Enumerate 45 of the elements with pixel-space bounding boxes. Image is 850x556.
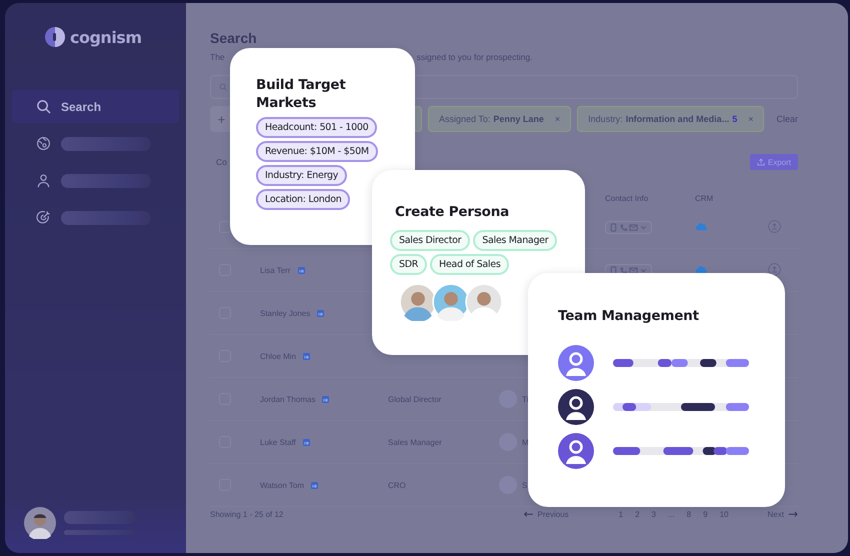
search-icon: [219, 83, 227, 91]
profile-icon[interactable]: [317, 310, 324, 316]
globe-icon: [36, 136, 51, 151]
filter-label: Assigned To:: [439, 114, 490, 124]
profile-icon[interactable]: [303, 352, 310, 360]
role-tag: Sales Director: [390, 230, 470, 251]
role-tag: Sales Manager: [473, 230, 558, 251]
person-icon: [36, 173, 51, 188]
upload-icon: [756, 158, 765, 166]
profile-icon[interactable]: [322, 396, 330, 402]
page-link[interactable]: ...: [668, 510, 675, 518]
logo-icon: [45, 27, 65, 47]
skeleton-bar: [64, 511, 136, 524]
remove-filter-button[interactable]: ×: [748, 114, 754, 124]
filter-count: 5: [732, 114, 738, 124]
filter-tag: Location: London: [256, 189, 350, 210]
filter-value: Information and Media...: [626, 114, 730, 124]
filter-value: Penny Lane: [493, 114, 544, 124]
profile-icon[interactable]: [298, 266, 305, 274]
card-title: Team Management: [558, 307, 700, 325]
target-icon: [36, 210, 51, 225]
filter-chip[interactable]: Assigned To: Penny Lane ×: [428, 106, 572, 132]
search-icon: [36, 99, 51, 114]
filter-chip[interactable]: Industry: Information and Media... 5 ×: [577, 106, 764, 132]
upload-icon[interactable]: [768, 262, 781, 276]
filter-tag: Revenue: $10M - $50M: [256, 141, 378, 162]
mobile-icon[interactable]: [609, 266, 618, 274]
filter-tag: Industry: Energy: [256, 165, 348, 186]
phone-icon[interactable]: [619, 266, 628, 274]
profile-icon[interactable]: [302, 438, 310, 446]
card-title: Create Persona: [395, 203, 510, 221]
skeleton-bar: [64, 530, 136, 535]
role-tag: Head of Sales: [430, 254, 510, 275]
filter-tag: Headcount: 501 - 1000: [256, 117, 378, 138]
nav-item[interactable]: Search: [12, 90, 179, 123]
filter-label: Industry:: [588, 114, 623, 124]
card-title: Build Target Markets: [256, 76, 347, 112]
export-button[interactable]: Export: [750, 154, 798, 170]
remove-filter-button[interactable]: ×: [554, 114, 560, 124]
role-tag: SDR: [390, 254, 428, 275]
profile-icon[interactable]: [311, 482, 318, 488]
logo-text: cognism: [70, 28, 142, 46]
page-title: Search: [210, 30, 258, 46]
mail-icon[interactable]: [629, 266, 638, 274]
cloud-icon[interactable]: [695, 264, 708, 274]
